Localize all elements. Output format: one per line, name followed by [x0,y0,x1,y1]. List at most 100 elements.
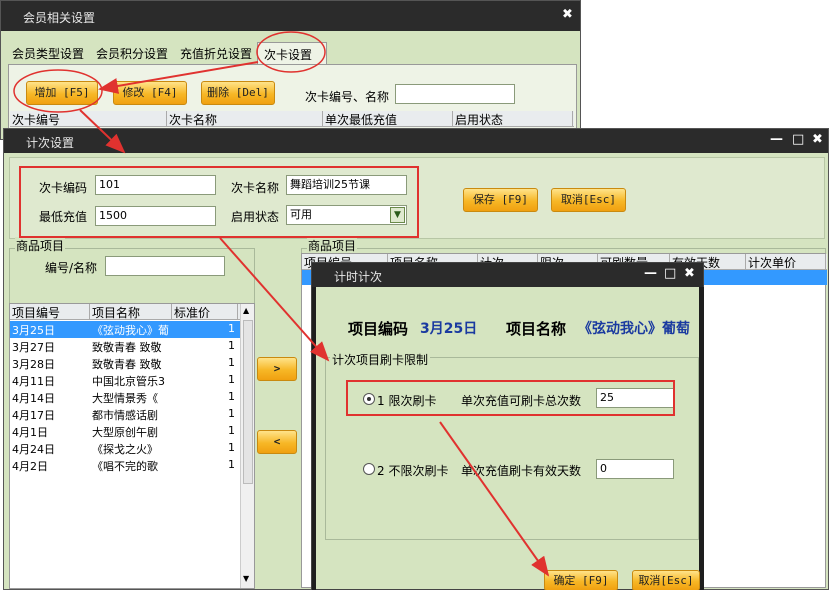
maximize-icon[interactable]: □ [664,266,676,281]
row-item-name: 《弦动我心》葡 [92,324,169,337]
minimize-icon[interactable]: — [644,266,657,281]
table-row[interactable]: 4月2日 《唱不完的歌 1 [10,457,240,474]
row-std-price: 1 [228,441,235,454]
scroll-up-icon[interactable]: ▲ [243,306,249,315]
table-row[interactable]: 4月11日 中国北京管乐3 1 [10,372,240,389]
table-row[interactable]: 4月1日 大型原创午剧 1 [10,423,240,440]
scroll-down-icon[interactable]: ▼ [243,574,249,583]
window-title: 计次设置 [26,136,75,150]
count-settings-titlebar[interactable]: 计次设置 — □ ✖ [4,129,828,153]
valid-days-input[interactable]: 0 [596,459,674,479]
move-right-button[interactable]: > [257,357,297,381]
row-item-code: 3月25日 [12,324,55,337]
filter-label: 编号/名称 [45,261,98,275]
dialog-frame-edge [312,287,316,590]
row-item-code: 4月2日 [12,460,48,473]
tab-member-type[interactable]: 会员类型设置 [12,45,84,62]
row-item-code: 4月17日 [12,409,55,422]
timed-count-titlebar[interactable]: 计时计次 — □ ✖ [312,263,703,287]
add-button[interactable]: 增加 [F5] [26,81,98,105]
row-item-code: 4月14日 [12,392,55,405]
row-std-price: 1 [228,424,235,437]
row-std-price: 1 [228,373,235,386]
table-row[interactable]: 3月27日 致敬青春 致敬 1 [10,338,240,355]
close-icon[interactable]: ✖ [684,266,695,281]
timed-count-dialog: 计时计次 — □ ✖ 项目编码 3月25日 项目名称 《弦动我心》葡萄 计次项目… [311,262,704,590]
row-item-code: 4月1日 [12,426,48,439]
table-row[interactable]: 3月28日 致敬青春 致敬 1 [10,355,240,372]
col-card-name[interactable]: 次卡名称 [167,111,323,127]
member-settings-titlebar[interactable]: 会员相关设置 ✖ [1,1,580,31]
scroll-thumb[interactable] [243,320,253,484]
window-title: 会员相关设置 [23,11,96,25]
valid-days-label: 单次充值刷卡有效天数 [461,464,582,478]
col-item-code[interactable]: 项目编号 [10,304,90,320]
move-left-button[interactable]: < [257,430,297,454]
row-item-name: 大型原创午剧 [92,426,158,439]
row-std-price: 1 [228,407,235,420]
tab-recharge-discount[interactable]: 充值折兑设置 [180,45,252,62]
tab-card-active[interactable]: 次卡设置 [257,42,327,64]
highlight-box-form [19,166,419,238]
row-item-code: 3月28日 [12,358,55,371]
row-std-price: 1 [228,339,235,352]
row-item-name: 致敬青春 致敬 [92,358,162,371]
row-item-name: 致敬青春 致敬 [92,341,162,354]
dialog-frame-edge-right [699,287,704,590]
row-std-price: 1 [228,458,235,471]
left-group-title: 商品项目 [15,237,66,254]
right-group-title: 商品项目 [307,237,358,254]
row-item-name: 《唱不完的歌 [92,460,158,473]
close-icon[interactable]: ✖ [562,7,573,22]
limit-group-title: 计次项目刷卡限制 [330,351,431,368]
close-icon[interactable]: ✖ [812,132,823,147]
radio-unlimited[interactable] [363,463,375,475]
dialog-title: 计时计次 [334,270,383,284]
search-input[interactable] [395,84,515,104]
left-goods-header: 项目编号 项目名称 标准价 [10,304,240,320]
edit-button[interactable]: 修改 [F4] [113,81,187,105]
confirm-button[interactable]: 确定 [F9] [544,570,618,590]
dialog-cancel-button[interactable]: 取消[Esc] [632,570,700,590]
col-r-unit-price[interactable]: 计次单价 [746,254,826,270]
row-std-price: 1 [228,356,235,369]
col-status[interactable]: 启用状态 [453,111,573,127]
save-button[interactable]: 保存 [F9] [463,188,538,212]
highlight-box-option1 [346,380,675,416]
col-std-price[interactable]: 标准价 [172,304,238,320]
card-list-header: 次卡编号 次卡名称 单次最低充值 启用状态 [10,111,574,127]
row-std-price: 1 [228,390,235,403]
cancel-button[interactable]: 取消[Esc] [551,188,626,212]
row-item-name: 大型情景秀《 [92,392,158,405]
radio-unlimited-label[interactable]: 2 不限次刷卡 [377,462,448,479]
tab-member-points[interactable]: 会员积分设置 [96,45,168,62]
row-item-code: 3月27日 [12,341,55,354]
table-row[interactable]: 3月25日 《弦动我心》葡 1 [10,321,240,338]
maximize-icon[interactable]: □ [792,132,804,147]
filter-input[interactable] [105,256,225,276]
item-name-value: 《弦动我心》葡萄 [578,321,690,337]
item-name-label: 项目名称 [506,320,567,338]
row-item-code: 4月11日 [12,375,55,388]
minimize-icon[interactable]: — [770,132,783,147]
left-scrollbar[interactable]: ▲ ▼ [240,304,254,588]
member-settings-window: 会员相关设置 ✖ 会员类型设置 会员积分设置 充值折兑设置 次卡设置 增加 [F… [0,0,581,140]
row-item-name: 《探戈之火》 [92,443,158,456]
search-label: 次卡编号、名称 [305,90,390,104]
item-code-label: 项目编码 [348,320,409,338]
row-item-code: 4月24日 [12,443,55,456]
table-row[interactable]: 4月17日 都市情感话剧 1 [10,406,240,423]
item-code-value: 3月25日 [420,321,478,337]
item-name-clip: 《弦动我心》葡萄 [578,315,699,339]
delete-button[interactable]: 删除 [Del] [201,81,275,105]
tab-card-label: 次卡设置 [264,48,313,62]
table-row[interactable]: 4月24日 《探戈之火》 1 [10,440,240,457]
left-goods-table: 项目编号 项目名称 标准价 3月25日 《弦动我心》葡 1 3月27日 致敬青春 致敬 1… [9,303,255,589]
col-min-recharge[interactable]: 单次最低充值 [323,111,453,127]
col-card-code[interactable]: 次卡编号 [10,111,167,127]
row-std-price: 1 [228,322,235,335]
col-item-name[interactable]: 项目名称 [90,304,172,320]
table-row[interactable]: 4月14日 大型情景秀《 1 [10,389,240,406]
row-item-name: 都市情感话剧 [92,409,158,422]
row-item-name: 中国北京管乐3 [92,375,165,388]
